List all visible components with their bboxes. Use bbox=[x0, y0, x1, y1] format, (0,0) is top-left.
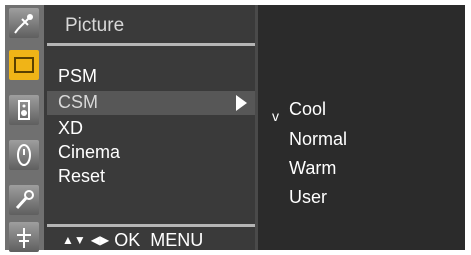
menu-item-csm-label: CSM bbox=[58, 92, 98, 112]
wrench-icon[interactable] bbox=[9, 185, 39, 215]
title-divider bbox=[47, 43, 255, 46]
bottom-divider bbox=[47, 224, 255, 227]
csm-submenu: v Cool Normal Warm User bbox=[258, 5, 465, 250]
selected-checkmark-icon: v bbox=[272, 108, 279, 124]
menu-item-cinema[interactable]: Cinema bbox=[58, 142, 120, 163]
help-bar: ▲▼ ◀▶ OK MENU bbox=[62, 230, 203, 251]
updown-arrows-icon: ▲▼ bbox=[62, 233, 86, 247]
sidebar-icon-bar bbox=[5, 5, 44, 252]
menu-item-psm[interactable]: PSM bbox=[58, 66, 97, 87]
help-menu-label: MENU bbox=[150, 230, 204, 250]
antenna-icon[interactable] bbox=[9, 222, 39, 252]
menu-item-csm[interactable]: CSM bbox=[47, 91, 255, 115]
csm-option-normal[interactable]: Normal bbox=[289, 129, 347, 150]
menu-item-xd[interactable]: XD bbox=[58, 118, 83, 139]
csm-option-cool[interactable]: Cool bbox=[289, 99, 326, 120]
speaker-icon[interactable] bbox=[9, 95, 39, 125]
satellite-icon[interactable] bbox=[9, 8, 39, 38]
submenu-arrow-icon bbox=[236, 95, 247, 111]
menu-item-reset[interactable]: Reset bbox=[58, 166, 105, 187]
menu-title: Picture bbox=[65, 15, 125, 36]
leftright-arrows-icon: ◀▶ bbox=[90, 233, 110, 247]
clock-icon[interactable] bbox=[9, 140, 39, 170]
csm-option-warm[interactable]: Warm bbox=[289, 158, 336, 179]
osd-menu: Picture PSM CSM XD Cinema Reset ▲▼ ◀▶ OK… bbox=[5, 5, 465, 252]
csm-option-user[interactable]: User bbox=[289, 187, 327, 208]
help-ok-label: OK bbox=[114, 230, 141, 250]
picture-icon[interactable] bbox=[9, 50, 39, 80]
